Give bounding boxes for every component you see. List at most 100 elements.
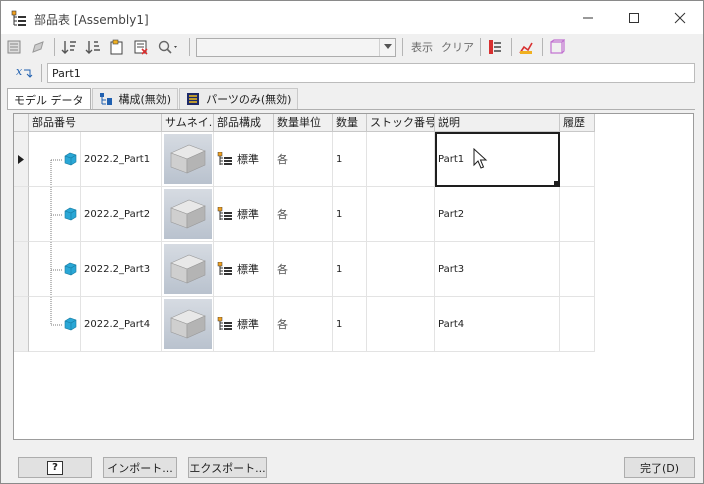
row-header[interactable] (14, 297, 29, 352)
part-icon (64, 152, 77, 166)
tab-model-data[interactable]: モデル データ (7, 88, 91, 110)
qty-cell[interactable]: 1 (333, 242, 367, 297)
chevron-down-icon (383, 44, 392, 49)
sort-descending-button[interactable] (83, 37, 103, 57)
formula-button[interactable]: x (13, 63, 35, 83)
column-header-history[interactable]: 履歴 (560, 114, 595, 132)
view-combo[interactable] (196, 37, 396, 57)
show-button[interactable]: 表示 (411, 39, 433, 55)
history-cell[interactable] (560, 297, 595, 352)
row-header[interactable] (14, 187, 29, 242)
column-header-qty[interactable]: 数量 (333, 114, 367, 132)
description-cell[interactable]: Part3 (435, 242, 560, 297)
grid-body: 2022.2_Part1 標準 各 1 Part1 2022.2_Part2 標… (14, 132, 595, 352)
description-cell[interactable]: Part1 (435, 132, 560, 187)
structure-cell[interactable]: 標準 (214, 187, 274, 242)
stock-number-cell[interactable] (367, 297, 435, 352)
bom-view-button[interactable] (4, 37, 24, 57)
part-number-cell[interactable]: 2022.2_Part4 (81, 297, 162, 352)
minimize-button[interactable] (565, 1, 611, 34)
selection-fill-handle[interactable] (554, 181, 559, 186)
structure-cell[interactable]: 標準 (214, 132, 274, 187)
tab-divider (7, 109, 695, 110)
row-header[interactable] (14, 242, 29, 297)
filter-button[interactable] (131, 37, 151, 57)
sort-ascending-button[interactable] (59, 37, 79, 57)
part-icon (64, 207, 77, 221)
part-icon (550, 39, 565, 54)
unit-cell[interactable]: 各 (274, 187, 333, 242)
thumbnail-cell[interactable] (162, 242, 214, 297)
part-icon (64, 317, 77, 331)
close-icon (674, 12, 686, 23)
description-cell[interactable]: Part2 (435, 187, 560, 242)
stock-number-cell[interactable] (367, 132, 435, 187)
help-button[interactable]: ? (18, 457, 92, 478)
structure-cell[interactable]: 標準 (214, 297, 274, 352)
toolbar-separator (54, 38, 55, 56)
export-bom-button[interactable] (107, 37, 127, 57)
tree-cell (29, 297, 81, 352)
row-header[interactable] (14, 132, 29, 187)
box-thumbnail-icon (169, 199, 206, 229)
tab-parts-only[interactable]: パーツのみ(無効) (179, 88, 299, 109)
qty-cell[interactable]: 1 (333, 187, 367, 242)
table-row[interactable]: 2022.2_Part3 標準 各 1 Part3 (14, 242, 595, 297)
qty-cell[interactable]: 1 (333, 297, 367, 352)
combo-dropdown-arrow[interactable] (379, 38, 395, 56)
settings-button[interactable] (516, 37, 536, 57)
window-title: 部品表 [Assembly1] (34, 13, 149, 27)
thumbnail-cell[interactable] (162, 132, 214, 187)
column-header-part-number[interactable]: 部品番号 (29, 114, 162, 132)
tab-structured[interactable]: 構成(無効) (91, 88, 179, 109)
part-number-cell[interactable]: 2022.2_Part2 (81, 187, 162, 242)
part-number-cell[interactable]: 2022.2_Part3 (81, 242, 162, 297)
unit-cell[interactable]: 各 (274, 242, 333, 297)
unit-cell[interactable]: 各 (274, 132, 333, 187)
history-cell[interactable] (560, 242, 595, 297)
thumbnail-image (163, 134, 212, 184)
structure-value: 標準 (237, 208, 259, 221)
part-icon (64, 262, 77, 276)
export-button[interactable]: エクスポート... (188, 457, 267, 478)
thumbnail-cell[interactable] (162, 187, 214, 242)
highlight-icon (489, 40, 501, 54)
column-header-description[interactable]: 説明 (435, 114, 560, 132)
grid-header: 部品番号 サムネイ... 部品構成 数量単位 数量 ストック番号 説明 履歴 (14, 114, 595, 132)
column-header-structure[interactable]: 部品構成 (214, 114, 274, 132)
import-button[interactable]: インポート... (103, 457, 177, 478)
unit-cell[interactable]: 各 (274, 297, 333, 352)
tree-cell (29, 132, 81, 187)
column-header-thumbnail[interactable]: サムネイ... (162, 114, 214, 132)
part-number-cell[interactable]: 2022.2_Part1 (81, 132, 162, 187)
structure-value: 標準 (237, 153, 259, 166)
close-button[interactable] (657, 1, 703, 34)
column-header-stock-number[interactable]: ストック番号 (367, 114, 435, 132)
highlight-button[interactable] (485, 37, 505, 57)
toolbar-separator (402, 38, 403, 56)
table-row[interactable]: 2022.2_Part4 標準 各 1 Part4 (14, 297, 595, 352)
history-cell[interactable] (560, 187, 595, 242)
clear-button[interactable]: クリア (441, 39, 474, 55)
search-button[interactable] (155, 37, 183, 57)
box-thumbnail-icon (169, 254, 206, 284)
history-cell[interactable] (560, 132, 595, 187)
edit-button[interactable] (28, 37, 48, 57)
part-button[interactable] (547, 37, 567, 57)
qty-cell[interactable]: 1 (333, 132, 367, 187)
bom-grid: 部品番号 サムネイ... 部品構成 数量単位 数量 ストック番号 説明 履歴 2… (13, 113, 694, 440)
stock-number-cell[interactable] (367, 187, 435, 242)
column-header-unit[interactable]: 数量単位 (274, 114, 333, 132)
maximize-button[interactable] (611, 1, 657, 34)
toolbar-separator (189, 38, 190, 56)
formula-input[interactable] (47, 63, 695, 83)
structure-cell[interactable]: 標準 (214, 242, 274, 297)
done-button[interactable]: 完了(D) (624, 457, 695, 478)
table-row[interactable]: 2022.2_Part2 標準 各 1 Part2 (14, 187, 595, 242)
thumbnail-cell[interactable] (162, 297, 214, 352)
stock-number-cell[interactable] (367, 242, 435, 297)
formula-icon: x (16, 65, 33, 78)
table-row[interactable]: 2022.2_Part1 標準 各 1 Part1 (14, 132, 595, 187)
maximize-icon (629, 12, 639, 23)
description-cell[interactable]: Part4 (435, 297, 560, 352)
